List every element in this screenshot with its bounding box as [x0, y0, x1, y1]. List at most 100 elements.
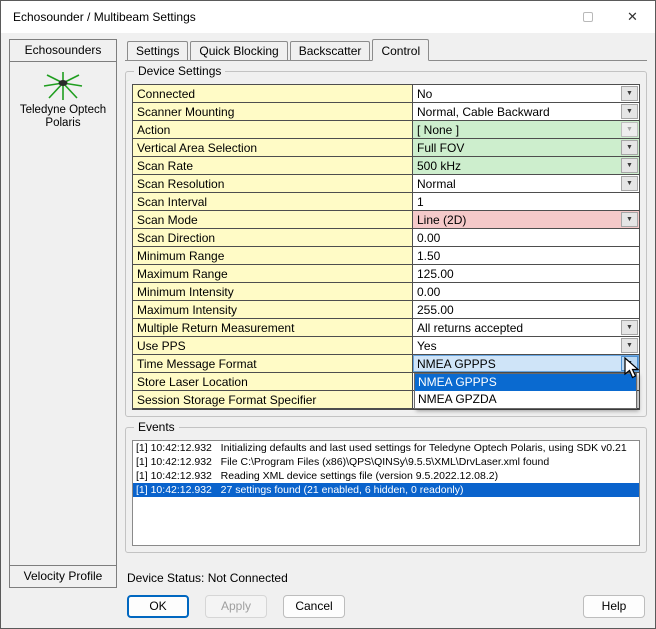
settings-table: Connected No ▼ Scanner Mounting Normal, … — [132, 84, 640, 410]
setting-value: [ None ] — [417, 123, 459, 137]
setting-label: Store Laser Location — [133, 373, 413, 390]
sidebar-header-velocity-profile[interactable]: Velocity Profile — [9, 566, 117, 588]
dropdown-arrow-icon[interactable]: ▼ — [621, 176, 638, 191]
dropdown-arrow-icon[interactable]: ▼ — [621, 338, 638, 353]
device-settings-group-title: Device Settings — [134, 64, 225, 78]
maximum-range-field[interactable]: 125.00 — [413, 265, 639, 282]
events-group: Events [1] 10:42:12.932 Initializing def… — [125, 427, 647, 553]
tab-backscatter[interactable]: Backscatter — [290, 41, 371, 60]
footer-button-bar: OK Apply Cancel Help — [125, 595, 647, 620]
setting-value: All returns accepted — [417, 321, 523, 335]
setting-label: Minimum Intensity — [133, 283, 413, 300]
help-button[interactable]: Help — [583, 595, 645, 618]
row-multiple-return-measurement: Multiple Return Measurement All returns … — [133, 319, 639, 337]
dropdown-arrow-icon[interactable]: ▼ — [621, 356, 638, 371]
setting-label: Scan Direction — [133, 229, 413, 246]
dropdown-arrow-icon[interactable]: ▼ — [621, 212, 638, 227]
action-dropdown[interactable]: [ None ] ▼ — [413, 121, 639, 138]
time-message-format-dropdown-list: NMEA GPPPS NMEA GPZDA — [414, 373, 637, 409]
event-log-line-selected[interactable]: [1] 10:42:12.932 27 settings found (21 e… — [133, 483, 639, 497]
row-scanner-mounting: Scanner Mounting Normal, Cable Backward … — [133, 103, 639, 121]
scan-resolution-dropdown[interactable]: Normal ▼ — [413, 175, 639, 192]
maximize-icon — [583, 12, 593, 22]
device-label: Teledyne Optech Polaris — [17, 104, 109, 130]
dropdown-arrow-icon[interactable]: ▼ — [621, 320, 638, 335]
maximum-intensity-field[interactable]: 255.00 — [413, 301, 639, 318]
setting-value: No — [417, 87, 432, 101]
setting-label: Maximum Intensity — [133, 301, 413, 318]
device-status-text: Device Status: Not Connected — [127, 571, 647, 585]
scan-direction-field[interactable]: 0.00 — [413, 229, 639, 246]
minimum-intensity-field[interactable]: 0.00 — [413, 283, 639, 300]
row-scan-mode: Scan Mode Line (2D) ▼ — [133, 211, 639, 229]
setting-value: 125.00 — [417, 267, 454, 281]
dropdown-arrow-icon[interactable]: ▼ — [621, 140, 638, 155]
minimum-range-field[interactable]: 1.50 — [413, 247, 639, 264]
cancel-button[interactable]: Cancel — [283, 595, 345, 618]
scanner-mounting-dropdown[interactable]: Normal, Cable Backward ▼ — [413, 103, 639, 120]
dropdown-arrow-icon[interactable]: ▼ — [621, 104, 638, 119]
dialog-window: Echosounder / Multibeam Settings ✕ Echos… — [0, 0, 656, 629]
dropdown-option-nmea-gppps[interactable]: NMEA GPPPS — [415, 374, 636, 391]
tab-control[interactable]: Control — [372, 39, 429, 61]
multiple-return-measurement-dropdown[interactable]: All returns accepted ▼ — [413, 319, 639, 336]
event-log-line[interactable]: [1] 10:42:12.932 File C:\Program Files (… — [133, 455, 639, 469]
device-item-teledyne-optech-polaris[interactable]: Teledyne Optech Polaris — [17, 70, 109, 130]
dropdown-arrow-icon[interactable]: ▼ — [621, 86, 638, 101]
spacer — [125, 553, 647, 567]
events-group-title: Events — [134, 420, 179, 434]
dropdown-arrow-icon[interactable]: ▼ — [621, 158, 638, 173]
row-action: Action [ None ] ▼ — [133, 121, 639, 139]
setting-label: Multiple Return Measurement — [133, 319, 413, 336]
setting-label: Maximum Range — [133, 265, 413, 282]
sidebar-header-echosounders[interactable]: Echosounders — [9, 39, 117, 62]
row-scan-interval: Scan Interval 1 — [133, 193, 639, 211]
row-maximum-range: Maximum Range 125.00 — [133, 265, 639, 283]
setting-label: Scan Mode — [133, 211, 413, 228]
setting-value: Full FOV — [417, 141, 464, 155]
events-list[interactable]: [1] 10:42:12.932 Initializing defaults a… — [132, 440, 640, 546]
dropdown-arrow-icon: ▼ — [621, 122, 638, 137]
close-icon: ✕ — [627, 9, 638, 25]
close-button[interactable]: ✕ — [610, 1, 655, 33]
laser-scanner-icon — [41, 70, 85, 102]
setting-label: Use PPS — [133, 337, 413, 354]
setting-value: Yes — [417, 339, 437, 353]
setting-value: 0.00 — [417, 231, 440, 245]
ok-button[interactable]: OK — [127, 595, 189, 618]
device-settings-group: Device Settings Connected No ▼ Scanner M… — [125, 71, 647, 417]
setting-label: Scan Interval — [133, 193, 413, 210]
scan-interval-field[interactable]: 1 — [413, 193, 639, 210]
setting-value: 500 kHz — [417, 159, 461, 173]
event-log-line[interactable]: [1] 10:42:12.932 Reading XML device sett… — [133, 469, 639, 483]
vertical-area-selection-dropdown[interactable]: Full FOV ▼ — [413, 139, 639, 156]
main-content: Settings Quick Blocking Backscatter Cont… — [125, 39, 647, 620]
row-time-message-format: Time Message Format NMEA GPPPS ▼ — [133, 355, 639, 373]
setting-value: 1.50 — [417, 249, 440, 263]
maximize-button[interactable] — [565, 1, 610, 33]
setting-value: 255.00 — [417, 303, 454, 317]
scan-rate-dropdown[interactable]: 500 kHz ▼ — [413, 157, 639, 174]
dialog-body: Echosounders — [1, 33, 655, 628]
row-minimum-intensity: Minimum Intensity 0.00 — [133, 283, 639, 301]
row-vertical-area-selection: Vertical Area Selection Full FOV ▼ — [133, 139, 639, 157]
connected-dropdown[interactable]: No ▼ — [413, 85, 639, 102]
event-log-line[interactable]: [1] 10:42:12.932 Initializing defaults a… — [133, 441, 639, 455]
dropdown-option-nmea-gpzda[interactable]: NMEA GPZDA — [415, 391, 636, 408]
scan-mode-dropdown[interactable]: Line (2D) ▼ — [413, 211, 639, 228]
use-pps-dropdown[interactable]: Yes ▼ — [413, 337, 639, 354]
setting-value: Line (2D) — [417, 213, 466, 227]
setting-label: Connected — [133, 85, 413, 102]
setting-label: Scan Resolution — [133, 175, 413, 192]
tab-settings[interactable]: Settings — [127, 41, 188, 60]
row-scan-direction: Scan Direction 0.00 — [133, 229, 639, 247]
tab-quick-blocking[interactable]: Quick Blocking — [190, 41, 287, 60]
tab-bar: Settings Quick Blocking Backscatter Cont… — [125, 39, 647, 61]
setting-label: Scan Rate — [133, 157, 413, 174]
time-message-format-dropdown[interactable]: NMEA GPPPS ▼ — [413, 355, 639, 372]
sidebar: Echosounders — [9, 39, 117, 588]
row-scan-rate: Scan Rate 500 kHz ▼ — [133, 157, 639, 175]
setting-label: Scanner Mounting — [133, 103, 413, 120]
apply-button[interactable]: Apply — [205, 595, 267, 618]
setting-label: Action — [133, 121, 413, 138]
